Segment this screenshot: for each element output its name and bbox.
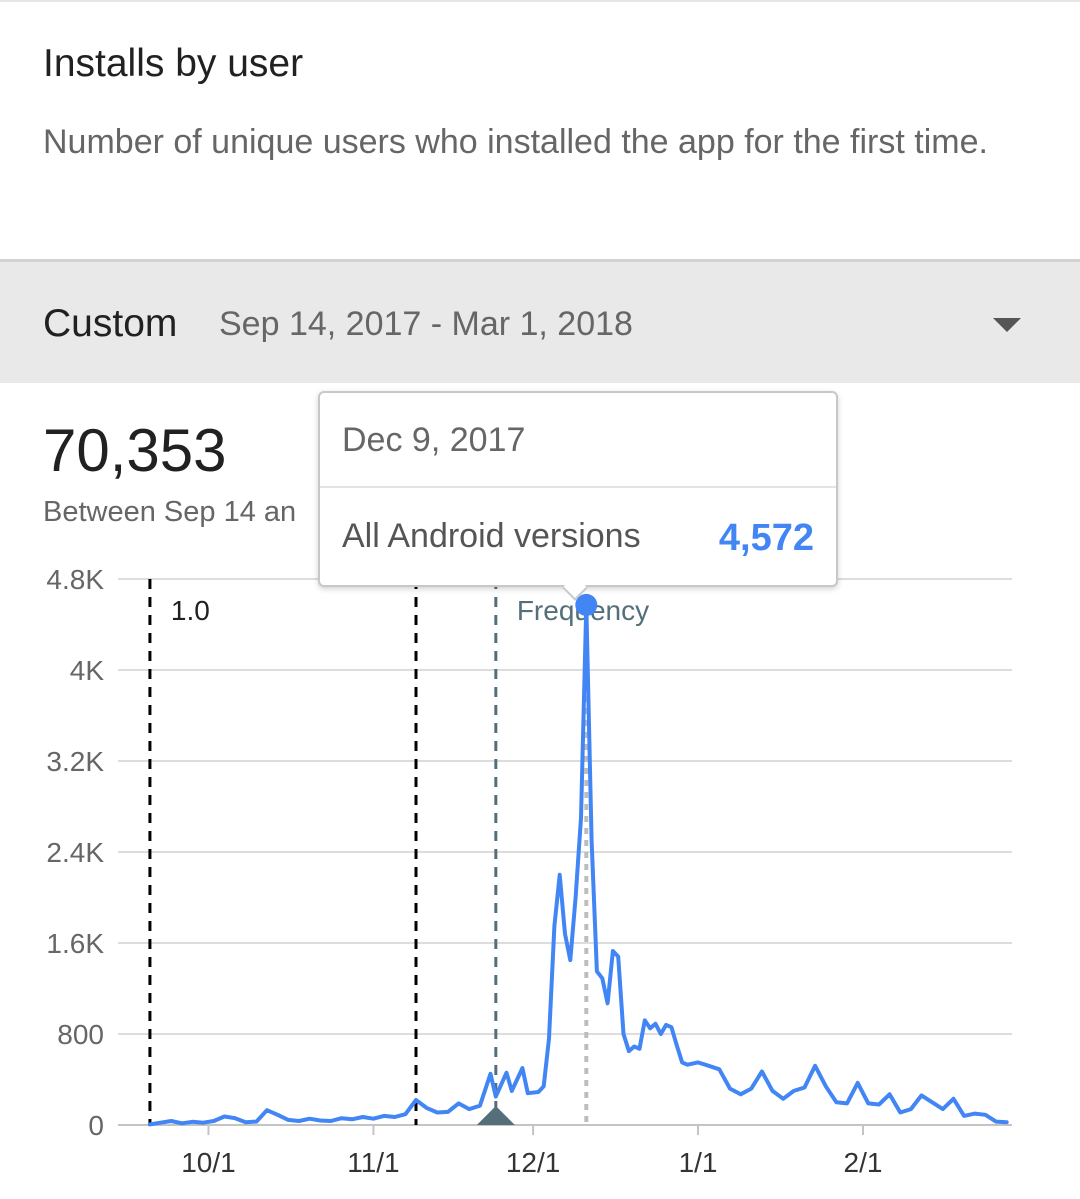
y-tick-label: 800 [57, 1019, 104, 1050]
tooltip-value: 4,572 [718, 517, 814, 559]
x-tick-label: 11/1 [347, 1147, 399, 1178]
tooltip-divider [320, 486, 836, 488]
tooltip-series-name: All Android versions [342, 517, 641, 555]
highlighted-point [575, 593, 598, 616]
y-tick-label: 3.2K [46, 746, 104, 777]
x-tick-label: 10/1 [181, 1147, 236, 1178]
y-tick-label: 4.8K [46, 564, 104, 595]
annotation-label: 1.0 [171, 595, 210, 626]
x-tick-label: 2/1 [844, 1147, 883, 1178]
x-tick-label: 12/1 [506, 1147, 561, 1178]
annotation-marker [476, 1106, 515, 1125]
y-tick-label: 4K [70, 655, 105, 686]
installs-line-chart[interactable]: 0 800 1.6K 2.4K 3.2K 4K 4.8K 10/1 11/1 12/1 1/1 2/1… [0, 0, 1080, 1199]
x-tick-label: 1/1 [679, 1147, 718, 1178]
series-line [147, 602, 1009, 1127]
chart-tooltip: Dec 9, 2017 All Android versions 4,572 [318, 391, 838, 601]
y-tick-label: 2.4K [46, 837, 104, 868]
y-tick-label: 0 [88, 1110, 104, 1141]
y-tick-label: 1.6K [46, 928, 104, 959]
tooltip-date: Dec 9, 2017 [342, 421, 526, 459]
